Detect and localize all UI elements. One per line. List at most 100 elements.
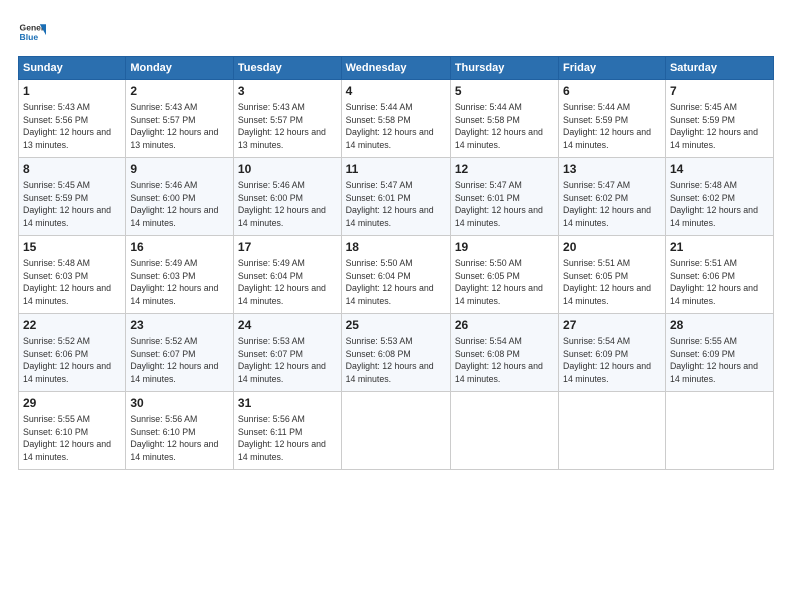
calendar-day-cell: 20Sunrise: 5:51 AMSunset: 6:05 PMDayligh… [559,236,666,314]
day-info: Sunrise: 5:46 AMSunset: 6:00 PMDaylight:… [130,179,229,230]
calendar-day-cell: 25Sunrise: 5:53 AMSunset: 6:08 PMDayligh… [341,314,450,392]
day-number: 12 [455,161,554,178]
day-number: 28 [670,317,769,334]
logo: General Blue [18,18,46,46]
calendar-day-header: Sunday [19,57,126,80]
calendar-day-cell: 26Sunrise: 5:54 AMSunset: 6:08 PMDayligh… [450,314,558,392]
day-number: 20 [563,239,661,256]
calendar-day-cell: 5Sunrise: 5:44 AMSunset: 5:58 PMDaylight… [450,80,558,158]
day-number: 4 [346,83,446,100]
day-info: Sunrise: 5:53 AMSunset: 6:07 PMDaylight:… [238,335,337,386]
day-info: Sunrise: 5:48 AMSunset: 6:02 PMDaylight:… [670,179,769,230]
calendar-day-cell: 2Sunrise: 5:43 AMSunset: 5:57 PMDaylight… [126,80,234,158]
day-number: 5 [455,83,554,100]
calendar-day-cell: 6Sunrise: 5:44 AMSunset: 5:59 PMDaylight… [559,80,666,158]
day-info: Sunrise: 5:49 AMSunset: 6:04 PMDaylight:… [238,257,337,308]
day-number: 6 [563,83,661,100]
day-info: Sunrise: 5:45 AMSunset: 5:59 PMDaylight:… [23,179,121,230]
day-number: 7 [670,83,769,100]
day-number: 29 [23,395,121,412]
day-number: 17 [238,239,337,256]
day-number: 1 [23,83,121,100]
day-info: Sunrise: 5:51 AMSunset: 6:06 PMDaylight:… [670,257,769,308]
day-number: 24 [238,317,337,334]
day-number: 8 [23,161,121,178]
day-info: Sunrise: 5:52 AMSunset: 6:06 PMDaylight:… [23,335,121,386]
day-number: 11 [346,161,446,178]
calendar-day-cell: 22Sunrise: 5:52 AMSunset: 6:06 PMDayligh… [19,314,126,392]
day-info: Sunrise: 5:56 AMSunset: 6:10 PMDaylight:… [130,413,229,464]
calendar-day-cell: 15Sunrise: 5:48 AMSunset: 6:03 PMDayligh… [19,236,126,314]
day-info: Sunrise: 5:55 AMSunset: 6:10 PMDaylight:… [23,413,121,464]
calendar-day-cell: 19Sunrise: 5:50 AMSunset: 6:05 PMDayligh… [450,236,558,314]
day-info: Sunrise: 5:49 AMSunset: 6:03 PMDaylight:… [130,257,229,308]
calendar-day-cell: 9Sunrise: 5:46 AMSunset: 6:00 PMDaylight… [126,158,234,236]
day-number: 26 [455,317,554,334]
day-info: Sunrise: 5:50 AMSunset: 6:05 PMDaylight:… [455,257,554,308]
calendar-day-cell [341,392,450,470]
day-info: Sunrise: 5:44 AMSunset: 5:58 PMDaylight:… [346,101,446,152]
calendar-day-cell: 17Sunrise: 5:49 AMSunset: 6:04 PMDayligh… [233,236,341,314]
day-info: Sunrise: 5:53 AMSunset: 6:08 PMDaylight:… [346,335,446,386]
calendar-day-header: Friday [559,57,666,80]
calendar-week-row: 8Sunrise: 5:45 AMSunset: 5:59 PMDaylight… [19,158,774,236]
calendar-week-row: 22Sunrise: 5:52 AMSunset: 6:06 PMDayligh… [19,314,774,392]
day-number: 13 [563,161,661,178]
day-info: Sunrise: 5:47 AMSunset: 6:01 PMDaylight:… [346,179,446,230]
calendar-day-cell: 7Sunrise: 5:45 AMSunset: 5:59 PMDaylight… [665,80,773,158]
calendar-day-header: Thursday [450,57,558,80]
day-info: Sunrise: 5:47 AMSunset: 6:01 PMDaylight:… [455,179,554,230]
day-info: Sunrise: 5:48 AMSunset: 6:03 PMDaylight:… [23,257,121,308]
day-info: Sunrise: 5:52 AMSunset: 6:07 PMDaylight:… [130,335,229,386]
day-info: Sunrise: 5:43 AMSunset: 5:57 PMDaylight:… [238,101,337,152]
day-number: 14 [670,161,769,178]
day-number: 30 [130,395,229,412]
day-info: Sunrise: 5:43 AMSunset: 5:56 PMDaylight:… [23,101,121,152]
day-number: 25 [346,317,446,334]
day-number: 15 [23,239,121,256]
day-number: 9 [130,161,229,178]
day-number: 21 [670,239,769,256]
day-number: 19 [455,239,554,256]
day-number: 31 [238,395,337,412]
day-info: Sunrise: 5:54 AMSunset: 6:09 PMDaylight:… [563,335,661,386]
calendar-header-row: SundayMondayTuesdayWednesdayThursdayFrid… [19,57,774,80]
day-number: 3 [238,83,337,100]
calendar-week-row: 29Sunrise: 5:55 AMSunset: 6:10 PMDayligh… [19,392,774,470]
calendar-week-row: 1Sunrise: 5:43 AMSunset: 5:56 PMDaylight… [19,80,774,158]
day-number: 16 [130,239,229,256]
day-info: Sunrise: 5:45 AMSunset: 5:59 PMDaylight:… [670,101,769,152]
calendar-day-cell: 14Sunrise: 5:48 AMSunset: 6:02 PMDayligh… [665,158,773,236]
calendar-week-row: 15Sunrise: 5:48 AMSunset: 6:03 PMDayligh… [19,236,774,314]
calendar-day-cell: 27Sunrise: 5:54 AMSunset: 6:09 PMDayligh… [559,314,666,392]
day-info: Sunrise: 5:51 AMSunset: 6:05 PMDaylight:… [563,257,661,308]
day-number: 27 [563,317,661,334]
day-number: 22 [23,317,121,334]
day-info: Sunrise: 5:43 AMSunset: 5:57 PMDaylight:… [130,101,229,152]
calendar-day-cell: 4Sunrise: 5:44 AMSunset: 5:58 PMDaylight… [341,80,450,158]
calendar-day-cell: 13Sunrise: 5:47 AMSunset: 6:02 PMDayligh… [559,158,666,236]
day-info: Sunrise: 5:56 AMSunset: 6:11 PMDaylight:… [238,413,337,464]
calendar-day-cell [665,392,773,470]
calendar-day-cell: 23Sunrise: 5:52 AMSunset: 6:07 PMDayligh… [126,314,234,392]
calendar-day-cell [559,392,666,470]
logo-icon: General Blue [18,18,46,46]
calendar-day-cell: 21Sunrise: 5:51 AMSunset: 6:06 PMDayligh… [665,236,773,314]
day-number: 10 [238,161,337,178]
calendar-day-cell: 11Sunrise: 5:47 AMSunset: 6:01 PMDayligh… [341,158,450,236]
calendar-day-cell: 30Sunrise: 5:56 AMSunset: 6:10 PMDayligh… [126,392,234,470]
calendar-day-cell: 31Sunrise: 5:56 AMSunset: 6:11 PMDayligh… [233,392,341,470]
day-info: Sunrise: 5:44 AMSunset: 5:58 PMDaylight:… [455,101,554,152]
day-info: Sunrise: 5:55 AMSunset: 6:09 PMDaylight:… [670,335,769,386]
calendar-day-cell: 8Sunrise: 5:45 AMSunset: 5:59 PMDaylight… [19,158,126,236]
calendar-day-cell: 10Sunrise: 5:46 AMSunset: 6:00 PMDayligh… [233,158,341,236]
calendar-day-cell: 24Sunrise: 5:53 AMSunset: 6:07 PMDayligh… [233,314,341,392]
day-info: Sunrise: 5:54 AMSunset: 6:08 PMDaylight:… [455,335,554,386]
day-info: Sunrise: 5:44 AMSunset: 5:59 PMDaylight:… [563,101,661,152]
calendar-day-cell: 28Sunrise: 5:55 AMSunset: 6:09 PMDayligh… [665,314,773,392]
calendar-table: SundayMondayTuesdayWednesdayThursdayFrid… [18,56,774,470]
svg-text:Blue: Blue [20,32,39,42]
calendar-day-cell: 1Sunrise: 5:43 AMSunset: 5:56 PMDaylight… [19,80,126,158]
calendar-day-cell [450,392,558,470]
day-info: Sunrise: 5:50 AMSunset: 6:04 PMDaylight:… [346,257,446,308]
